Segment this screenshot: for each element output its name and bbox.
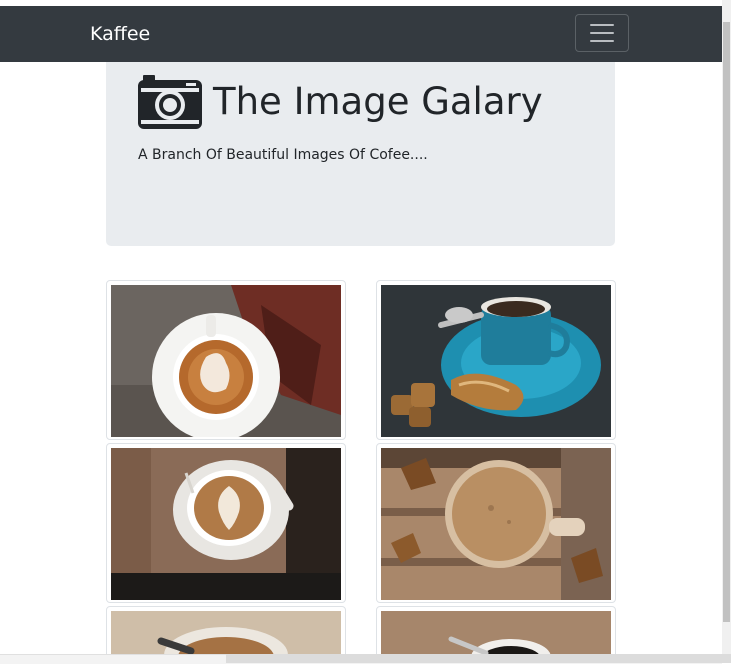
coffee-image	[381, 285, 611, 437]
coffee-image	[111, 285, 341, 441]
gallery-image-5[interactable]	[106, 606, 346, 664]
scrollbar-thumb[interactable]	[723, 22, 730, 622]
hamburger-menu-icon	[590, 40, 614, 42]
gallery-image-3[interactable]	[106, 443, 346, 603]
taskbar-strip	[226, 654, 731, 663]
page-title: The Image Galary	[213, 80, 543, 123]
jumbotron-heading: The Image Galary	[137, 74, 543, 130]
jumbotron: The Image Galary A Branch Of Beautiful I…	[106, 62, 615, 246]
gallery-image-4[interactable]	[376, 443, 616, 603]
coffee-image	[111, 448, 341, 600]
navbar: Kaffee	[0, 6, 722, 62]
brand-link[interactable]: Kaffee	[90, 22, 150, 46]
hamburger-menu-icon	[590, 32, 614, 34]
coffee-image	[381, 611, 611, 664]
hamburger-menu-icon	[590, 24, 614, 26]
gallery-image-6[interactable]	[376, 606, 616, 664]
camera-icon	[138, 75, 202, 129]
vertical-scrollbar[interactable]	[722, 0, 731, 663]
page-subtitle: A Branch Of Beautiful Images Of Cofee...…	[138, 147, 428, 163]
coffee-image	[381, 448, 611, 600]
coffee-image	[111, 611, 341, 664]
navbar-toggler-button[interactable]	[575, 14, 629, 52]
gallery-image-2[interactable]	[376, 280, 616, 440]
gallery-image-1[interactable]	[106, 280, 346, 441]
